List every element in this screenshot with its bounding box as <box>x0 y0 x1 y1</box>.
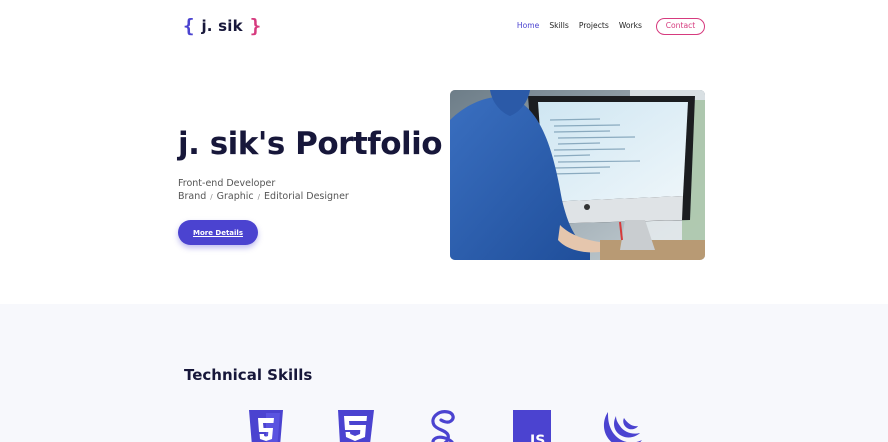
role-separator: / <box>257 192 261 201</box>
role-graphic: Graphic <box>216 191 254 202</box>
skills-title: Technical Skills <box>184 366 313 384</box>
javascript-icon-text: JS <box>529 433 545 442</box>
css3-icon <box>336 410 374 442</box>
nav-item-skills[interactable]: Skills <box>549 17 569 35</box>
skills-section: Technical Skills JS <box>0 304 888 442</box>
nav-item-works[interactable]: Works <box>619 17 642 35</box>
logo-brace-open: { <box>183 14 195 37</box>
main-nav: Home Skills Projects Works Contact <box>507 17 705 35</box>
sass-icon <box>426 410 460 442</box>
jquery-icon <box>600 410 642 442</box>
more-details-button[interactable]: More Details <box>178 220 258 245</box>
hero-roles: Brand / Graphic / Editorial Designer <box>178 191 349 202</box>
logo-brace-close: } <box>249 14 262 37</box>
html5-icon <box>249 410 283 442</box>
nav-item-home[interactable]: Home <box>517 17 539 35</box>
hero-photo <box>450 90 705 260</box>
logo[interactable]: { j. sik } <box>183 14 261 38</box>
nav-item-projects[interactable]: Projects <box>579 17 609 35</box>
role-editorial: Editorial Designer <box>264 191 349 202</box>
role-brand: Brand <box>178 191 207 202</box>
site-header: { j. sik } Home Skills Projects Works Co… <box>0 0 888 52</box>
javascript-icon: JS <box>513 410 551 442</box>
role-separator: / <box>210 192 213 201</box>
logo-text: j. sik <box>201 17 243 35</box>
hero-title: j. sik's Portfolio <box>178 126 443 162</box>
hero-subtitle: Front-end Developer <box>178 178 276 189</box>
contact-button[interactable]: Contact <box>656 17 705 35</box>
